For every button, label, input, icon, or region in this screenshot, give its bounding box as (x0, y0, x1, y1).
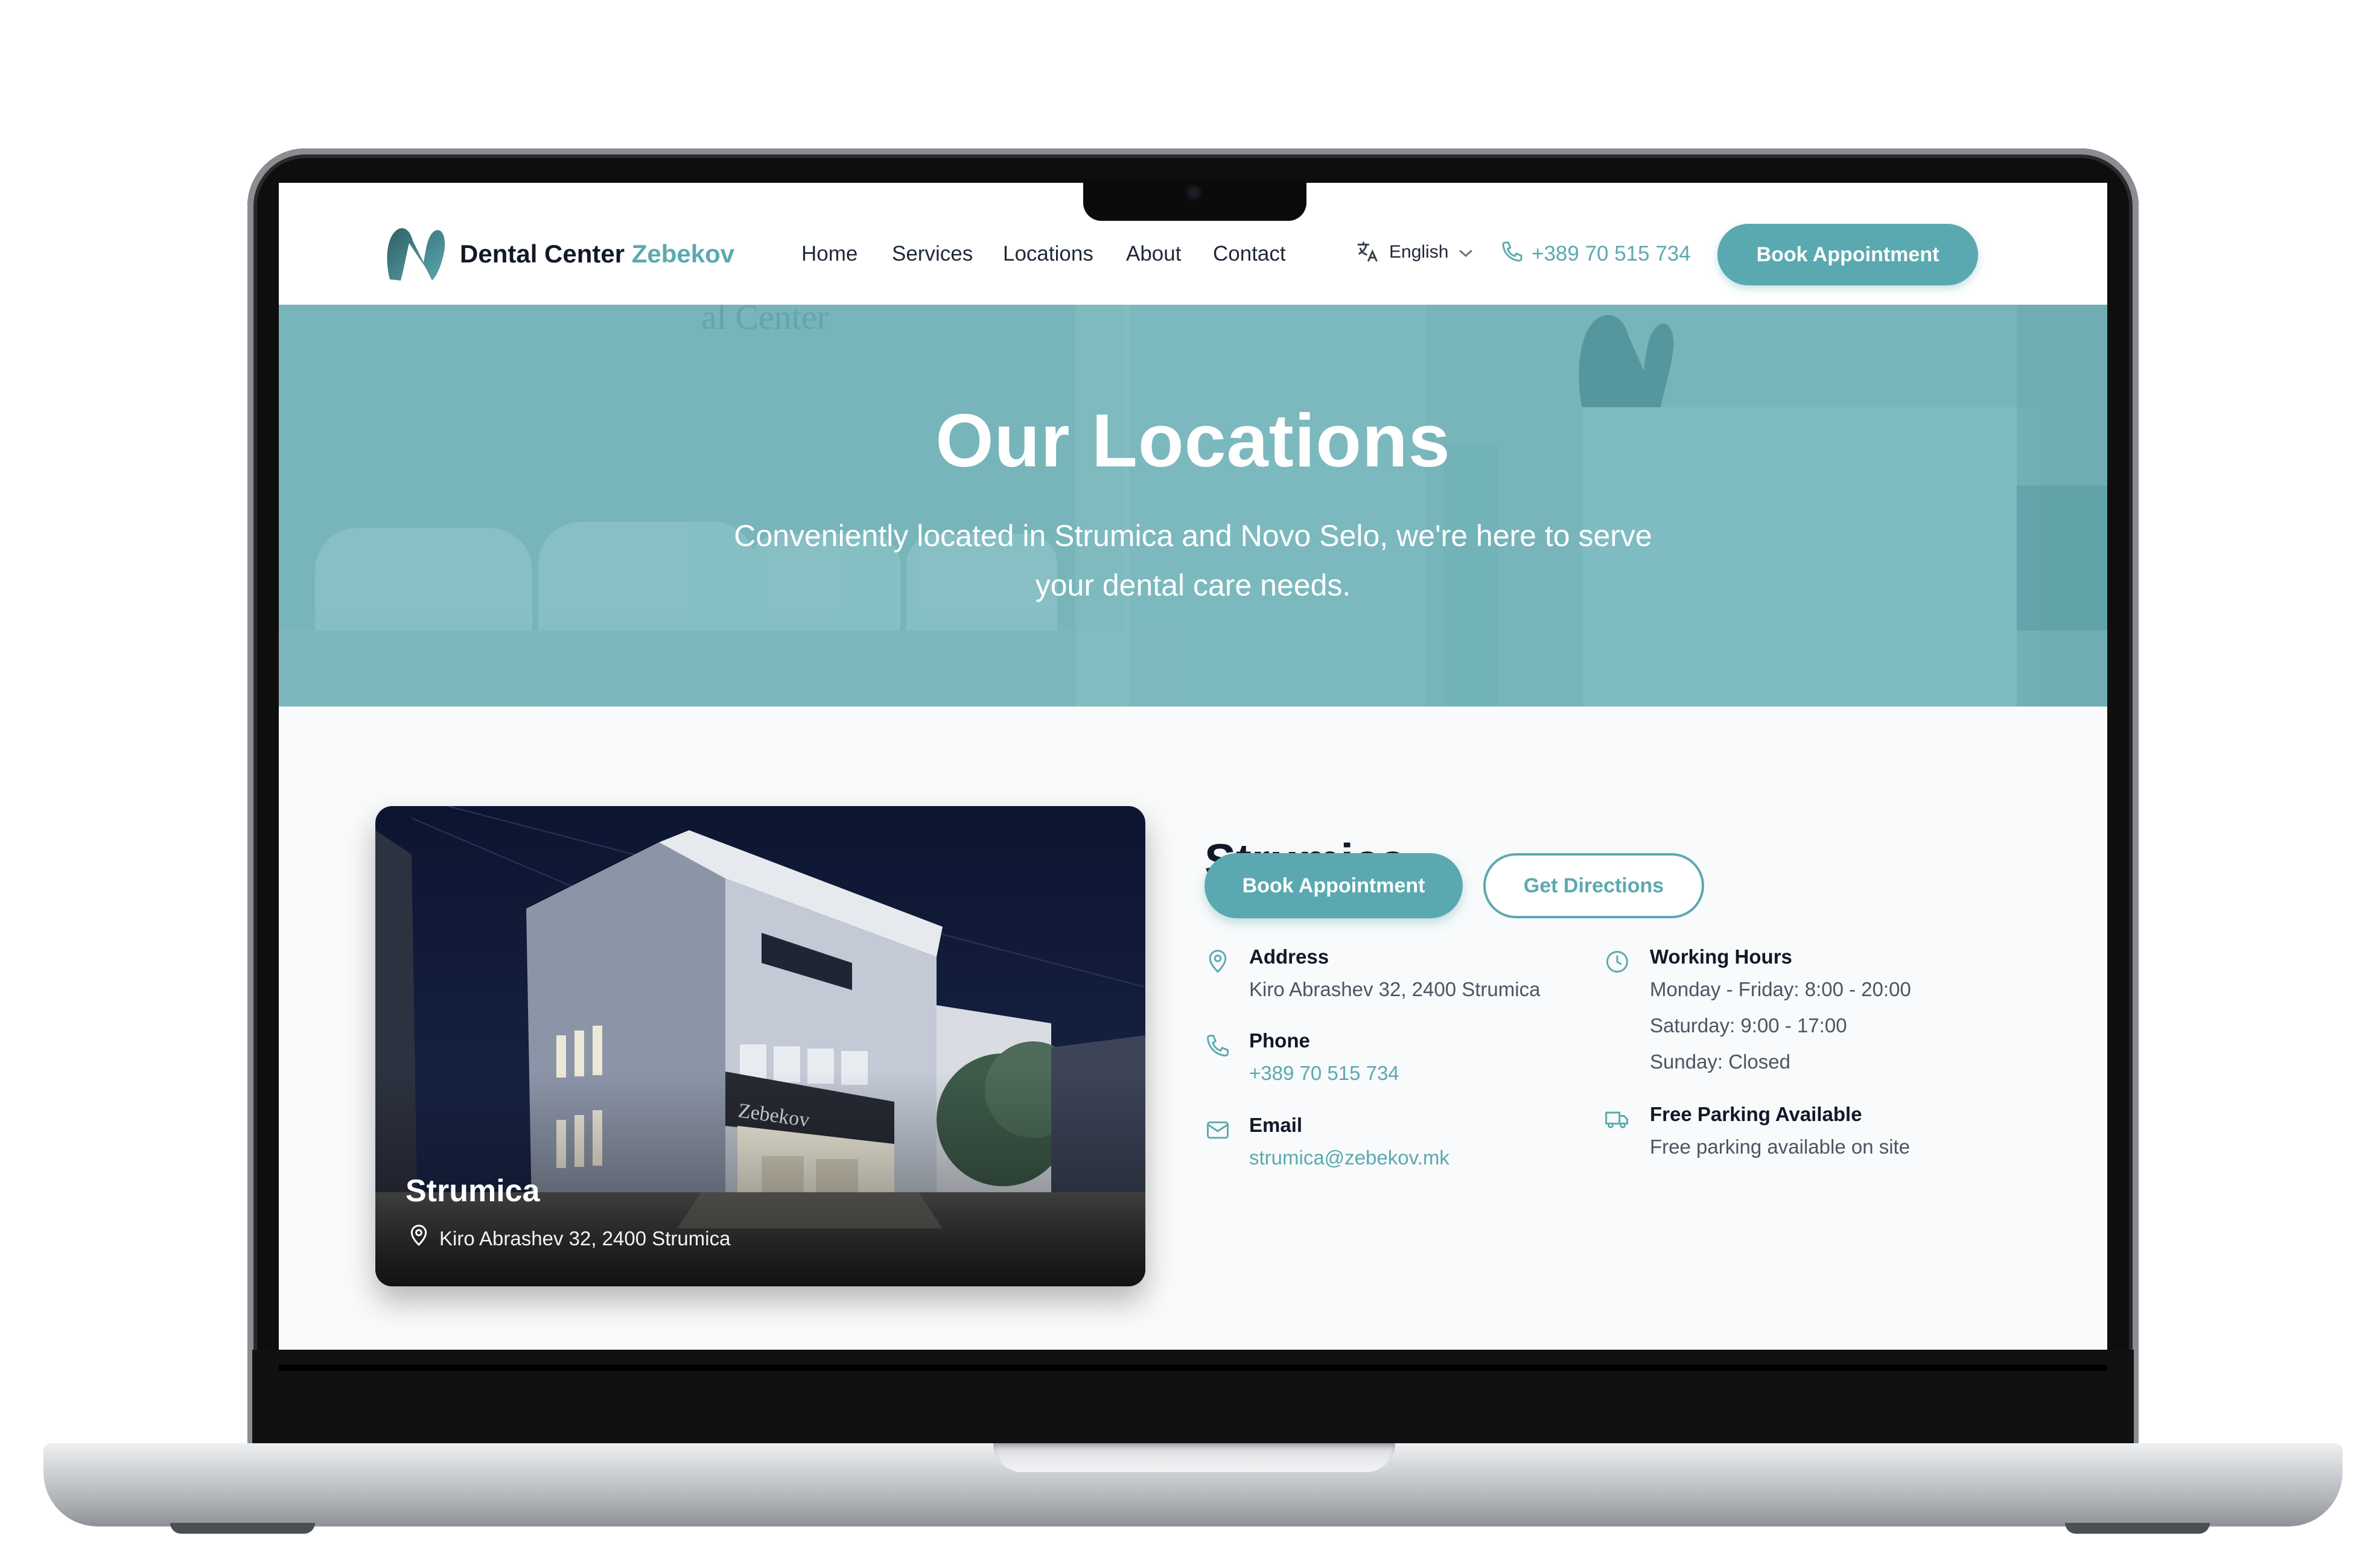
photo-location-title: Strumica (406, 1174, 540, 1209)
location-section: Zebekov St (279, 707, 2107, 1340)
svg-text:al Center: al Center (701, 305, 829, 337)
nav-services[interactable]: Services (892, 242, 973, 266)
laptop-foot-right (2065, 1523, 2210, 1534)
nav-book-appointment-button[interactable]: Book Appointment (1717, 224, 1978, 285)
hero-title: Our Locations (935, 399, 1451, 483)
map-pin-icon (410, 1224, 427, 1247)
truck-icon (1605, 1111, 1628, 1128)
phone-icon (1207, 1035, 1229, 1056)
camera-icon (1186, 185, 1201, 200)
nav-about[interactable]: About (1126, 242, 1181, 266)
email-label: Email (1249, 1114, 1303, 1136)
nav-home[interactable]: Home (801, 242, 858, 266)
parking-value: Free parking available on site (1650, 1136, 1911, 1158)
building-photo: Zebekov (375, 806, 1145, 1286)
clock-icon (1606, 951, 1628, 973)
address-label: Address (1249, 945, 1329, 968)
language-selector[interactable]: English (1389, 242, 1448, 262)
laptop-foot-left (170, 1523, 315, 1534)
photo-location-address: Kiro Abrashev 32, 2400 Strumica (439, 1227, 731, 1250)
parking-label: Free Parking Available (1650, 1103, 1862, 1125)
address-value: Kiro Abrashev 32, 2400 Strumica (1249, 978, 1541, 1000)
nav-phone-link[interactable]: +389 70 515 734 (1532, 242, 1691, 266)
nav-contact[interactable]: Contact (1213, 242, 1286, 266)
mail-icon (1207, 1121, 1229, 1139)
hero-background-image: al Center (279, 305, 2107, 707)
hero-subtitle: Conveniently located in Strumica and Nov… (734, 519, 1652, 602)
phone-icon (1502, 241, 1522, 262)
location-book-appointment-button[interactable]: Book Appointment (1204, 853, 1463, 918)
hero-banner: al Center Our Locations Conveniently loc… (279, 305, 2107, 707)
email-link[interactable]: strumica@zebekov.mk (1249, 1146, 1449, 1169)
laptop-base-notch (993, 1443, 1395, 1472)
working-hours-label: Working Hours (1650, 945, 1792, 968)
tooth-logo-icon[interactable] (384, 225, 447, 283)
get-directions-button[interactable]: Get Directions (1483, 853, 1704, 918)
hours-weekdays: Monday - Friday: 8:00 - 20:00 (1650, 978, 1911, 1000)
location-photo-card[interactable]: Zebekov St (375, 806, 1145, 1286)
phone-label: Phone (1249, 1029, 1310, 1052)
nav-locations[interactable]: Locations (1003, 242, 1093, 266)
map-pin-icon (1209, 950, 1227, 973)
brand-name[interactable]: Dental Center Zebekov (460, 240, 734, 268)
chevron-down-icon[interactable] (1458, 248, 1474, 259)
translate-icon[interactable] (1355, 240, 1379, 264)
phone-link[interactable]: +389 70 515 734 (1249, 1062, 1399, 1085)
hours-sunday: Sunday: Closed (1650, 1050, 1790, 1073)
hours-saturday: Saturday: 9:00 - 17:00 (1650, 1014, 1847, 1037)
laptop-chin-line (279, 1365, 2107, 1371)
screen: Dental Center Zebekov Home Services Loca… (279, 183, 2107, 1350)
